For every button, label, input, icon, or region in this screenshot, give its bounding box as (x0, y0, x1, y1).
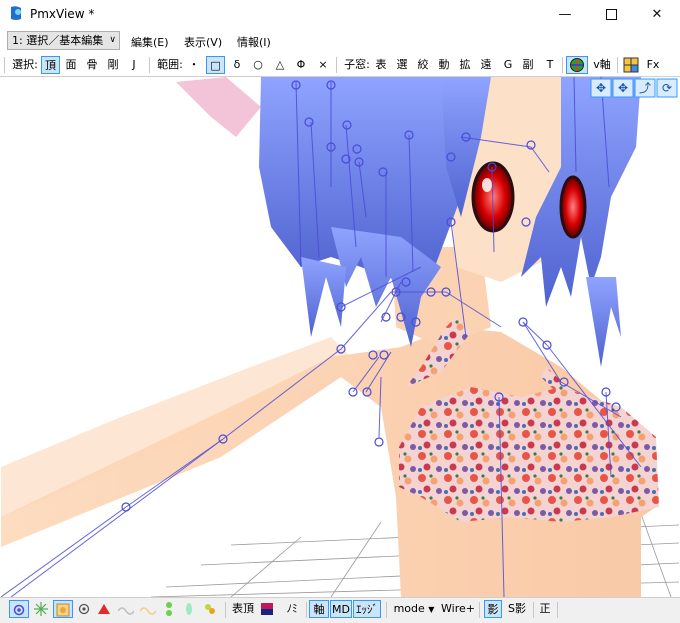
range-triangle-button[interactable]: △ (273, 56, 287, 74)
show-soft-toggle[interactable] (180, 600, 198, 618)
toolbar-separator (386, 602, 387, 618)
triangle-icon (98, 604, 110, 614)
toolbar-separator (617, 57, 618, 73)
show-normal-toggle[interactable] (31, 600, 51, 618)
select-vertex-toggle[interactable]: 頂 (41, 56, 60, 74)
maximize-icon (605, 8, 617, 20)
mode-dropdown[interactable]: mode ▼ (391, 600, 437, 618)
wave-icon (117, 607, 135, 615)
svg-text:⤴: ⤴ (639, 80, 651, 95)
normal-icon (34, 602, 48, 616)
child-table-button[interactable]: 表 (373, 56, 389, 74)
vertex-icon (13, 604, 25, 616)
toolbar-separator (225, 602, 226, 618)
chevron-down-icon: ∨ (109, 35, 116, 45)
color-swatch-button[interactable] (259, 600, 275, 618)
table-vertex-button[interactable]: 表頂 (230, 600, 256, 618)
range-circle-button[interactable]: ○ (251, 56, 265, 74)
toolbar-separator (562, 57, 563, 73)
child-scale-button[interactable]: 拡 (457, 56, 473, 74)
menu-view[interactable]: 表示(V) (184, 34, 222, 50)
range-rect-button[interactable]: □ (206, 56, 225, 74)
svg-text:⟳: ⟳ (662, 81, 672, 95)
md-toggle[interactable]: MD (330, 600, 352, 618)
toolbar-separator (479, 602, 480, 618)
svg-text:✥: ✥ (618, 81, 628, 95)
mode-select-value: 1: 選択／基本編集 (12, 34, 104, 47)
joint-icon (166, 602, 172, 616)
axis-icon (570, 58, 584, 72)
select-label: 選択: (12, 58, 38, 71)
bone-icon (78, 603, 90, 615)
child-select-button[interactable]: 選 (394, 56, 410, 74)
range-delta-button[interactable]: δ (230, 56, 244, 74)
menu-info[interactable]: 情報(I) (237, 34, 271, 50)
child-sub-button[interactable]: 副 (520, 56, 536, 74)
select-face-toggle[interactable]: 面 (63, 56, 79, 74)
self-shadow-toggle[interactable]: S影 (505, 600, 529, 618)
show-joint-toggle[interactable] (160, 600, 178, 618)
grid-icon (623, 57, 639, 73)
select-bone-toggle[interactable]: 骨 (84, 56, 100, 74)
title-bar: PmxView * — ✕ (0, 0, 680, 28)
show-morph-toggle[interactable] (200, 600, 220, 618)
viewport-scene: ✥ ✥ ⤴ ⟳ (1, 77, 679, 597)
child-far-button[interactable]: 遠 (478, 56, 494, 74)
show-bone-toggle[interactable] (75, 600, 93, 618)
maximize-button[interactable] (588, 0, 634, 28)
menu-edit[interactable]: 編集(E) (131, 34, 169, 50)
shadow-toggle[interactable]: 影 (484, 600, 502, 618)
soft-icon (186, 603, 192, 615)
axis-toggle[interactable] (566, 56, 588, 74)
color-swatch-icon (261, 603, 273, 615)
child-g-button[interactable]: G (501, 56, 515, 74)
minimize-button[interactable]: — (542, 0, 588, 28)
mode-select[interactable]: 1: 選択／基本編集 ∨ (7, 31, 120, 50)
grid-view-button[interactable] (621, 56, 641, 74)
close-button[interactable]: ✕ (634, 0, 680, 28)
show-wire-toggle[interactable] (116, 600, 136, 618)
mode-label: mode (393, 602, 425, 615)
child-window-label: 子窓: (344, 58, 370, 71)
eye-right (559, 175, 587, 239)
wire-plus-button[interactable]: Wire+ (440, 600, 476, 618)
show-vertex-toggle[interactable] (9, 600, 29, 618)
toolbar-separator (533, 602, 534, 618)
ribbon-shape (176, 77, 261, 137)
toolbar-separator (557, 602, 558, 618)
range-label: 範囲: (157, 58, 183, 71)
front-view-button[interactable]: 正 (537, 600, 553, 618)
child-move-button[interactable]: 動 (436, 56, 452, 74)
edge-toggle[interactable]: ｴｯｼﾞ (353, 600, 381, 618)
range-clear-button[interactable]: × (316, 56, 330, 74)
app-icon (11, 6, 21, 20)
select-joint-toggle[interactable]: J (128, 56, 140, 74)
toolbar-separator (306, 602, 307, 618)
show-grid-toggle[interactable] (53, 600, 73, 618)
child-t-button[interactable]: T (543, 56, 557, 74)
mi-button[interactable]: ﾉﾐ (281, 600, 303, 618)
toolbar-separator (149, 57, 150, 73)
axis-show-toggle[interactable]: 軸 (309, 600, 329, 618)
wave-alt-icon (139, 607, 157, 615)
range-phi-button[interactable]: Φ (294, 56, 308, 74)
dropdown-arrow-icon: ▼ (428, 605, 435, 614)
model-viewport[interactable]: ✥ ✥ ⤴ ⟳ (1, 77, 679, 597)
select-rigid-toggle[interactable]: 剛 (105, 56, 121, 74)
v-axis-button[interactable]: v軸 (591, 56, 613, 74)
fx-button[interactable]: Fx (644, 56, 662, 74)
grid-dots-icon (56, 603, 70, 617)
range-point-button[interactable]: ・ (188, 56, 200, 74)
window-title: PmxView * (30, 7, 95, 21)
show-texture-toggle[interactable] (138, 600, 158, 618)
show-rigid-toggle[interactable] (95, 600, 113, 618)
toolbar-separator (336, 57, 337, 73)
svg-text:✥: ✥ (596, 81, 606, 95)
toolbar-separator (4, 57, 5, 73)
child-filter-button[interactable]: 絞 (415, 56, 431, 74)
morph-icon (205, 604, 215, 614)
